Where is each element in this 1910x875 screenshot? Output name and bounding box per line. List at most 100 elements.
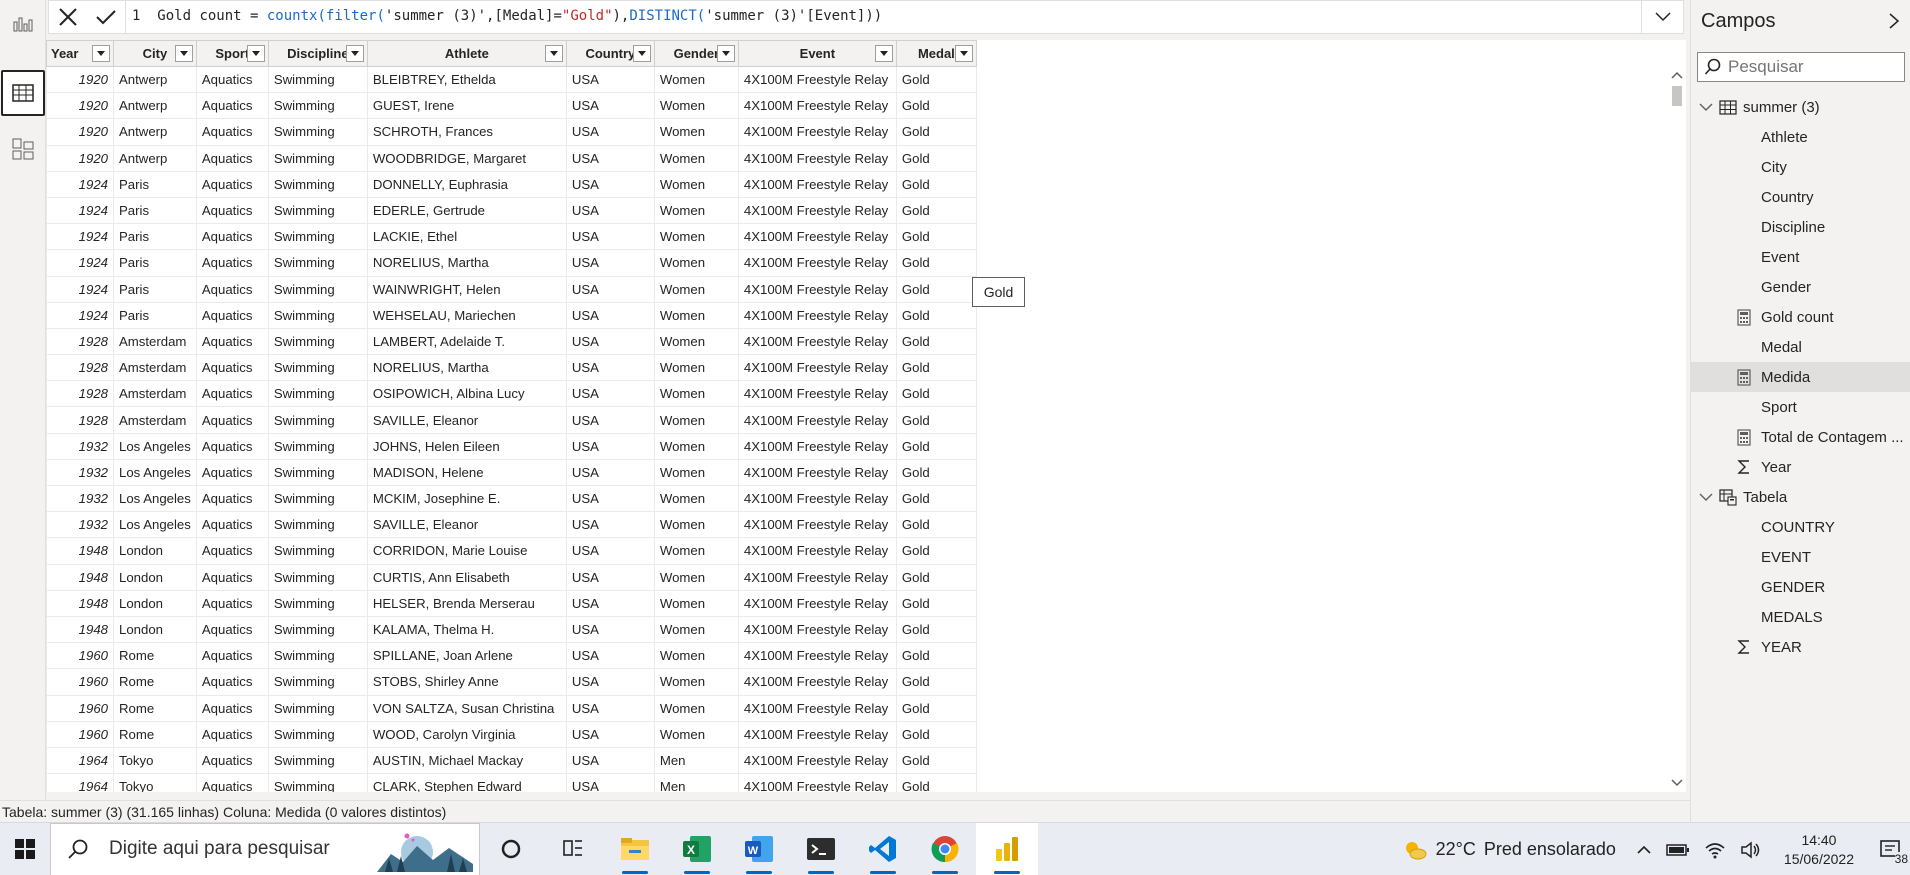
field-item[interactable]: City bbox=[1691, 152, 1910, 182]
cell-gender[interactable]: Women bbox=[653, 275, 739, 303]
cell-country[interactable]: USA bbox=[565, 92, 655, 120]
column-header-year[interactable]: Year bbox=[46, 40, 114, 67]
cell-athlete[interactable]: JOHNS, Helen Eileen bbox=[366, 432, 567, 460]
cell-event[interactable]: 4X100M Freestyle Relay bbox=[737, 118, 897, 146]
cell-sport[interactable]: Aquatics bbox=[195, 458, 269, 487]
cell-country[interactable]: USA bbox=[565, 301, 655, 329]
cell-sport[interactable]: Aquatics bbox=[195, 537, 269, 565]
field-item[interactable]: Gender bbox=[1691, 272, 1910, 302]
field-item[interactable]: EVENT bbox=[1691, 542, 1910, 572]
cell-country[interactable]: USA bbox=[565, 773, 655, 792]
field-item[interactable]: Country bbox=[1691, 182, 1910, 212]
cell-city[interactable]: London bbox=[113, 615, 197, 644]
cell-athlete[interactable]: KALAMA, Thelma H. bbox=[366, 615, 567, 644]
cell-city[interactable]: Antwerp bbox=[113, 118, 197, 146]
field-table-table1[interactable]: summer (3) bbox=[1691, 92, 1910, 122]
field-item[interactable]: GENDER bbox=[1691, 572, 1910, 602]
cell-city[interactable]: Amsterdam bbox=[113, 406, 197, 434]
cell-medal[interactable]: Gold bbox=[895, 511, 977, 539]
scroll-thumb[interactable] bbox=[1672, 86, 1682, 106]
cell-sport[interactable]: Aquatics bbox=[195, 484, 269, 513]
cell-gender[interactable]: Women bbox=[653, 511, 739, 539]
taskbar-search[interactable]: Digite aqui para pesquisar bbox=[50, 822, 480, 875]
cell-city[interactable]: Tokyo bbox=[113, 773, 197, 792]
cell-event[interactable]: 4X100M Freestyle Relay bbox=[737, 537, 897, 565]
cell-year[interactable]: 1960 bbox=[46, 694, 114, 722]
cell-gender[interactable]: Women bbox=[653, 354, 739, 382]
fields-search[interactable] bbox=[1697, 52, 1905, 82]
cell-country[interactable]: USA bbox=[565, 196, 655, 225]
cell-discipline[interactable]: Swimming bbox=[267, 432, 368, 460]
cell-gender[interactable]: Women bbox=[653, 720, 739, 748]
cell-sport[interactable]: Aquatics bbox=[195, 406, 269, 434]
cell-gender[interactable]: Women bbox=[653, 170, 739, 198]
cell-discipline[interactable]: Swimming bbox=[267, 668, 368, 696]
cell-discipline[interactable]: Swimming bbox=[267, 196, 368, 225]
cell-sport[interactable]: Aquatics bbox=[195, 170, 269, 198]
column-filter-dropdown[interactable] bbox=[246, 45, 265, 62]
taskbar-file-explorer[interactable] bbox=[604, 823, 666, 875]
cell-year[interactable]: 1964 bbox=[46, 773, 114, 792]
cell-country[interactable]: USA bbox=[565, 511, 655, 539]
expand-formula-button[interactable] bbox=[1641, 1, 1683, 33]
field-item[interactable]: Total de Contagem ... bbox=[1691, 422, 1910, 452]
cell-gender[interactable]: Men bbox=[653, 746, 739, 775]
cell-gender[interactable]: Women bbox=[653, 327, 739, 356]
cell-athlete[interactable]: WOOD, Carolyn Virginia bbox=[366, 720, 567, 748]
grid-vertical-scrollbar[interactable] bbox=[1668, 68, 1684, 790]
cell-medal[interactable]: Gold bbox=[895, 406, 977, 434]
cell-year[interactable]: 1920 bbox=[46, 92, 114, 120]
cell-discipline[interactable]: Swimming bbox=[267, 406, 368, 434]
cell-event[interactable]: 4X100M Freestyle Relay bbox=[737, 144, 897, 172]
cell-discipline[interactable]: Swimming bbox=[267, 484, 368, 513]
cell-medal[interactable]: Gold bbox=[895, 458, 977, 487]
cell-sport[interactable]: Aquatics bbox=[195, 380, 269, 408]
cell-athlete[interactable]: CLARK, Stephen Edward bbox=[366, 773, 567, 792]
cell-event[interactable]: 4X100M Freestyle Relay bbox=[737, 92, 897, 120]
cell-city[interactable]: Paris bbox=[113, 275, 197, 303]
cell-medal[interactable]: Gold bbox=[895, 118, 977, 146]
taskbar-power-bi[interactable] bbox=[976, 822, 1038, 875]
cell-sport[interactable]: Aquatics bbox=[195, 196, 269, 225]
cell-city[interactable]: Amsterdam bbox=[113, 354, 197, 382]
cell-medal[interactable]: Gold bbox=[895, 746, 977, 775]
field-item[interactable]: COUNTRY bbox=[1691, 512, 1910, 542]
cell-city[interactable]: Paris bbox=[113, 170, 197, 198]
cell-year[interactable]: 1924 bbox=[46, 196, 114, 225]
cell-country[interactable]: USA bbox=[565, 642, 655, 670]
cell-country[interactable]: USA bbox=[565, 615, 655, 644]
cell-athlete[interactable]: LAMBERT, Adelaide T. bbox=[366, 327, 567, 356]
cell-athlete[interactable]: BLEIBTREY, Ethelda bbox=[366, 65, 567, 94]
column-header-gender[interactable]: Gender bbox=[653, 40, 739, 67]
cell-event[interactable]: 4X100M Freestyle Relay bbox=[737, 170, 897, 198]
cell-city[interactable]: Antwerp bbox=[113, 65, 197, 94]
cell-medal[interactable]: Gold bbox=[895, 275, 977, 303]
column-header-medal[interactable]: Medal bbox=[895, 40, 977, 67]
cell-athlete[interactable]: HELSER, Brenda Merserau bbox=[366, 589, 567, 617]
cell-gender[interactable]: Women bbox=[653, 65, 739, 94]
start-button[interactable] bbox=[0, 823, 50, 875]
cell-gender[interactable]: Women bbox=[653, 484, 739, 513]
cell-discipline[interactable]: Swimming bbox=[267, 380, 368, 408]
cell-city[interactable]: Rome bbox=[113, 720, 197, 748]
cell-country[interactable]: USA bbox=[565, 589, 655, 617]
cell-event[interactable]: 4X100M Freestyle Relay bbox=[737, 275, 897, 303]
cell-event[interactable]: 4X100M Freestyle Relay bbox=[737, 458, 897, 487]
cell-country[interactable]: USA bbox=[565, 746, 655, 775]
cell-medal[interactable]: Gold bbox=[895, 327, 977, 356]
cell-event[interactable]: 4X100M Freestyle Relay bbox=[737, 694, 897, 722]
cell-event[interactable]: 4X100M Freestyle Relay bbox=[737, 327, 897, 356]
cell-discipline[interactable]: Swimming bbox=[267, 746, 368, 775]
column-filter-dropdown[interactable] bbox=[874, 45, 893, 62]
fields-search-input[interactable] bbox=[1728, 57, 1898, 77]
cell-gender[interactable]: Men bbox=[653, 773, 739, 792]
cell-country[interactable]: USA bbox=[565, 380, 655, 408]
cell-country[interactable]: USA bbox=[565, 249, 655, 277]
cell-discipline[interactable]: Swimming bbox=[267, 249, 368, 277]
cell-year[interactable]: 1948 bbox=[46, 537, 114, 565]
cell-gender[interactable]: Women bbox=[653, 615, 739, 644]
cell-medal[interactable]: Gold bbox=[895, 380, 977, 408]
cell-event[interactable]: 4X100M Freestyle Relay bbox=[737, 354, 897, 382]
cell-country[interactable]: USA bbox=[565, 720, 655, 748]
cell-country[interactable]: USA bbox=[565, 223, 655, 251]
